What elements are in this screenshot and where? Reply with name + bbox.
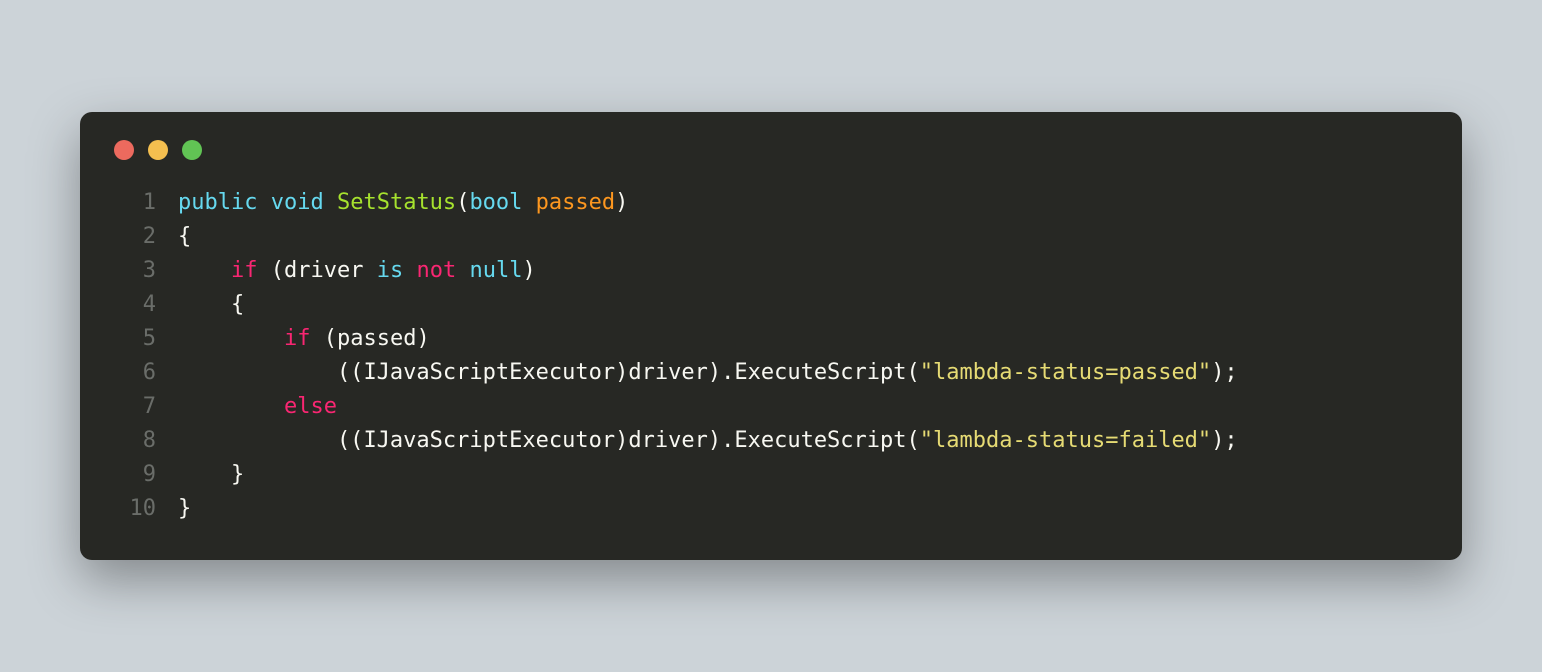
token-punct: ) — [522, 258, 535, 283]
code-line: 10} — [110, 492, 1432, 526]
token-punct: ( — [456, 190, 469, 215]
token-punct: { — [178, 292, 244, 317]
token-punct — [178, 258, 231, 283]
code-line: 9 } — [110, 458, 1432, 492]
code-block: 1public void SetStatus(bool passed)2{3 i… — [110, 186, 1432, 527]
token-punct: ( — [310, 326, 337, 351]
code-line: 8 ((IJavaScriptExecutor)driver).ExecuteS… — [110, 424, 1432, 458]
token-punct: ). — [708, 360, 735, 385]
token-ident: driver — [628, 360, 707, 385]
line-number: 6 — [110, 356, 156, 390]
line-number: 2 — [110, 220, 156, 254]
token-punct: } — [178, 462, 244, 487]
code-window: 1public void SetStatus(bool passed)2{3 i… — [80, 112, 1462, 561]
token-kw: null — [469, 258, 522, 283]
token-kw2: else — [284, 394, 337, 419]
line-number: 3 — [110, 254, 156, 288]
code-content: if (passed) — [156, 322, 430, 356]
token-kw: bool — [469, 190, 522, 215]
window-titlebar — [110, 140, 1432, 160]
token-punct — [178, 394, 284, 419]
token-ident: IJavaScriptExecutor — [363, 428, 615, 453]
token-punct — [363, 258, 376, 283]
token-str: "lambda-status=failed" — [920, 428, 1211, 453]
token-str: "lambda-status=passed" — [920, 360, 1211, 385]
code-line: 4 { — [110, 288, 1432, 322]
token-ident: IJavaScriptExecutor — [363, 360, 615, 385]
token-punct — [403, 258, 416, 283]
token-punct: ( — [907, 428, 920, 453]
token-param: passed — [536, 190, 615, 215]
token-ident: driver — [628, 428, 707, 453]
code-line: 7 else — [110, 390, 1432, 424]
line-number: 8 — [110, 424, 156, 458]
token-kw: void — [271, 190, 324, 215]
token-punct: ) — [416, 326, 429, 351]
line-number: 1 — [110, 186, 156, 220]
token-punct: ) — [615, 428, 628, 453]
code-line: 3 if (driver is not null) — [110, 254, 1432, 288]
code-content: if (driver is not null) — [156, 254, 536, 288]
token-kw: is — [377, 258, 404, 283]
token-punct — [178, 326, 284, 351]
token-ident: ExecuteScript — [734, 360, 906, 385]
maximize-icon[interactable] — [182, 140, 202, 160]
token-punct — [522, 190, 535, 215]
token-ident: passed — [337, 326, 416, 351]
code-content: else — [156, 390, 337, 424]
token-kw2: if — [284, 326, 311, 351]
code-line: 2{ — [110, 220, 1432, 254]
token-kw2: not — [416, 258, 456, 283]
token-punct — [324, 190, 337, 215]
token-punct: ) — [615, 360, 628, 385]
token-ident: ExecuteScript — [734, 428, 906, 453]
line-number: 4 — [110, 288, 156, 322]
line-number: 5 — [110, 322, 156, 356]
token-punct: ); — [1211, 360, 1238, 385]
code-content: public void SetStatus(bool passed) — [156, 186, 628, 220]
code-line: 6 ((IJavaScriptExecutor)driver).ExecuteS… — [110, 356, 1432, 390]
code-content: { — [156, 220, 191, 254]
token-fn: SetStatus — [337, 190, 456, 215]
token-kw2: if — [231, 258, 258, 283]
token-punct — [257, 190, 270, 215]
minimize-icon[interactable] — [148, 140, 168, 160]
code-content: } — [156, 492, 191, 526]
token-kw: public — [178, 190, 257, 215]
token-punct — [456, 258, 469, 283]
token-punct: ) — [615, 190, 628, 215]
close-icon[interactable] — [114, 140, 134, 160]
token-punct: { — [178, 224, 191, 249]
token-punct: (( — [178, 360, 363, 385]
line-number: 10 — [110, 492, 156, 526]
token-punct: ); — [1211, 428, 1238, 453]
code-content: ((IJavaScriptExecutor)driver).ExecuteScr… — [156, 356, 1238, 390]
token-punct: (( — [178, 428, 363, 453]
code-line: 5 if (passed) — [110, 322, 1432, 356]
code-content: ((IJavaScriptExecutor)driver).ExecuteScr… — [156, 424, 1238, 458]
token-punct: ). — [708, 428, 735, 453]
code-content: { — [156, 288, 244, 322]
token-punct: ( — [257, 258, 284, 283]
code-line: 1public void SetStatus(bool passed) — [110, 186, 1432, 220]
code-content: } — [156, 458, 244, 492]
token-punct: } — [178, 496, 191, 521]
line-number: 9 — [110, 458, 156, 492]
token-punct: ( — [907, 360, 920, 385]
line-number: 7 — [110, 390, 156, 424]
token-ident: driver — [284, 258, 363, 283]
